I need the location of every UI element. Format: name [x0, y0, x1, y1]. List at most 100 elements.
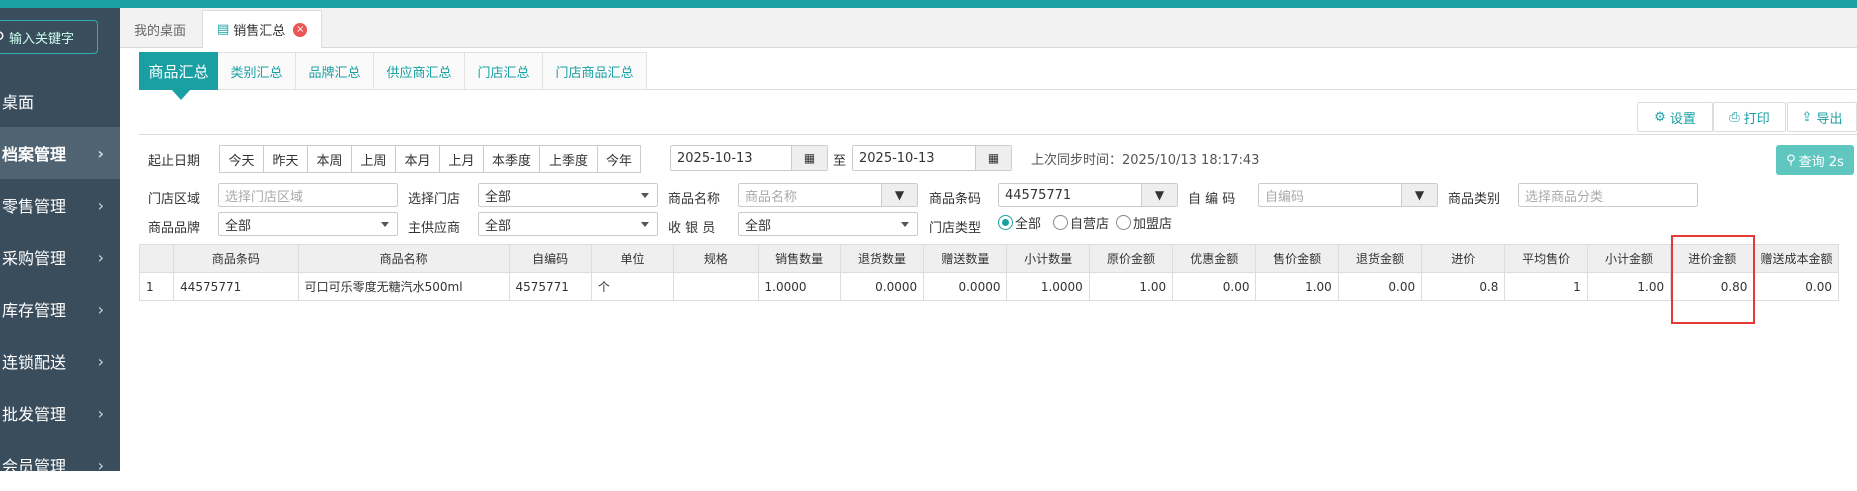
sidebar-item-retail[interactable]: 零售管理 › [0, 179, 120, 231]
caret-down-icon [901, 222, 909, 227]
self-code-input[interactable]: 自编码 ▼ [1258, 183, 1438, 207]
chevron-right-icon: › [97, 351, 104, 371]
sidebar-item-wholesale[interactable]: 批发管理 › [0, 387, 120, 439]
table-cell: 1 [1504, 272, 1588, 301]
brand-select[interactable]: 全部 [218, 212, 398, 236]
subtab-category-summary[interactable]: 类别汇总 [218, 52, 296, 90]
table-cell: 1.0000 [757, 272, 841, 301]
radio-label: 全部 [1015, 217, 1042, 232]
gear-icon: ⚙ [1654, 109, 1666, 125]
column-header[interactable]: 赠送数量 [923, 244, 1008, 273]
table-cell: 1.00 [1088, 272, 1174, 301]
column-header[interactable]: 商品条码 [173, 244, 299, 273]
table-cell: 0.0000 [923, 272, 1008, 301]
calendar-icon[interactable]: ▦ [975, 146, 1011, 170]
column-header[interactable]: 自编码 [508, 244, 592, 273]
end-date-value: 2025-10-13 [859, 150, 935, 166]
quick-date-yesterday[interactable]: 昨天 [264, 146, 308, 172]
sidebar-item-purchase[interactable]: 采购管理 › [0, 231, 120, 283]
quick-date-this-quarter[interactable]: 本季度 [484, 146, 540, 172]
column-header[interactable]: 商品名称 [297, 244, 510, 273]
store-type-franchise-radio[interactable]: 加盟店 [1116, 213, 1172, 232]
sidebar-item-label: 会员管理 [2, 457, 67, 476]
summary-subtabs: 商品汇总 类别汇总 品牌汇总 供应商汇总 门店汇总 门店商品汇总 [139, 52, 1857, 90]
subtab-supplier-summary[interactable]: 供应商汇总 [374, 52, 465, 90]
self-code-placeholder: 自编码 [1265, 189, 1305, 205]
quick-date-this-week[interactable]: 本周 [308, 146, 352, 172]
column-header[interactable]: 销售数量 [757, 244, 841, 273]
quick-date-last-quarter[interactable]: 上季度 [540, 146, 598, 172]
goods-name-label: 商品名称 [668, 192, 721, 207]
quick-date-this-month[interactable]: 本月 [396, 146, 440, 172]
cashier-select[interactable]: 全部 [738, 212, 918, 236]
caret-down-icon [641, 222, 649, 227]
store-area-input[interactable]: 选择门店区域 [218, 183, 398, 207]
tab-home[interactable]: 我的桌面 [120, 10, 200, 48]
sidebar-item-distribution[interactable]: 连锁配送 › [0, 335, 120, 387]
search-placeholder: 输入关键字 [9, 31, 75, 47]
export-button[interactable]: ⇪ 导出 [1787, 102, 1857, 132]
print-label: 打印 [1743, 111, 1770, 127]
subtab-store-goods-summary[interactable]: 门店商品汇总 [543, 52, 647, 90]
print-button[interactable]: ⎙ 打印 [1713, 102, 1786, 132]
quick-date-last-week[interactable]: 上周 [352, 146, 396, 172]
column-header[interactable]: 优惠金额 [1172, 244, 1257, 273]
filter-icon[interactable]: ▼ [881, 184, 917, 206]
goods-name-placeholder: 商品名称 [745, 189, 798, 205]
column-header[interactable]: 平均售价 [1504, 244, 1588, 273]
radio-label: 加盟店 [1133, 217, 1173, 232]
settings-button[interactable]: ⚙ 设置 [1637, 102, 1713, 132]
filter-icon[interactable]: ▼ [1141, 184, 1177, 206]
category-input[interactable]: 选择商品分类 [1518, 183, 1698, 207]
column-header[interactable]: 规格 [673, 244, 759, 273]
filter-icon[interactable]: ▼ [1401, 184, 1437, 206]
quick-date-selector: 今天 昨天 本周 上周 本月 上月 本季度 上季度 今年 [219, 145, 641, 173]
column-header[interactable]: 小计数量 [1006, 244, 1090, 273]
close-icon[interactable]: × [293, 22, 308, 37]
table-cell: 0.00 [1172, 272, 1257, 301]
subtab-brand-summary[interactable]: 品牌汇总 [296, 52, 374, 90]
quick-date-today[interactable]: 今天 [220, 146, 264, 172]
end-date-input[interactable]: 2025-10-13 ▦ [852, 145, 1012, 171]
table-cell: 0.00 [1337, 272, 1423, 301]
store-select[interactable]: 全部 [478, 183, 658, 207]
column-header[interactable]: 小计金额 [1586, 244, 1672, 273]
column-header[interactable]: 进价 [1421, 244, 1506, 273]
supplier-select[interactable]: 全部 [478, 212, 658, 236]
column-header[interactable] [138, 244, 175, 273]
highlight-box [1671, 235, 1755, 324]
quick-date-this-year[interactable]: 今年 [598, 146, 640, 172]
table-cell: 可口可乐零度无糖汽水500ml [297, 272, 510, 301]
sidebar-item-desktop[interactable]: 桌面 [0, 75, 120, 127]
table-cell: 1.00 [1586, 272, 1672, 301]
radio-checked-icon [998, 215, 1013, 230]
calendar-icon[interactable]: ▦ [791, 146, 827, 170]
sidebar-item-inventory[interactable]: 库存管理 › [0, 283, 120, 335]
start-date-input[interactable]: 2025-10-13 ▦ [670, 145, 828, 171]
query-button[interactable]: ⚲ 查询 2s [1776, 145, 1854, 175]
sidebar-item-member[interactable]: 会员管理 › [0, 439, 120, 491]
column-header[interactable]: 退货数量 [839, 244, 925, 273]
store-type-self-radio[interactable]: 自营店 [1053, 213, 1109, 232]
column-header[interactable]: 原价金额 [1088, 244, 1174, 273]
barcode-input[interactable]: 44575771 ▼ [998, 183, 1178, 207]
cashier-label: 收 银 员 [668, 221, 716, 236]
table-cell: 1.00 [1255, 272, 1339, 301]
column-header[interactable]: 售价金额 [1255, 244, 1339, 273]
sidebar-item-archive[interactable]: 档案管理 › [0, 127, 120, 179]
store-type-all-radio[interactable]: 全部 [998, 213, 1041, 232]
sidebar-search[interactable]: ⚲ 输入关键字 [0, 20, 98, 54]
column-header[interactable]: 赠送成本金额 [1753, 244, 1839, 273]
quick-date-last-month[interactable]: 上月 [440, 146, 484, 172]
table-row[interactable]: 1 44575771 可口可乐零度无糖汽水500ml 4575771 个 1.0… [138, 272, 1839, 301]
search-icon: ⚲ [0, 28, 9, 47]
subtab-goods-summary[interactable]: 商品汇总 [139, 52, 218, 90]
sidebar-item-label: 桌面 [2, 93, 35, 112]
goods-name-input[interactable]: 商品名称 ▼ [738, 183, 918, 207]
tab-sales-summary[interactable]: ▤ 销售汇总 × [202, 10, 323, 48]
table-cell: 4575771 [508, 272, 592, 301]
column-header[interactable]: 退货金额 [1337, 244, 1423, 273]
subtab-store-summary[interactable]: 门店汇总 [465, 52, 543, 90]
column-header[interactable]: 单位 [590, 244, 675, 273]
chevron-right-icon: › [97, 143, 104, 163]
